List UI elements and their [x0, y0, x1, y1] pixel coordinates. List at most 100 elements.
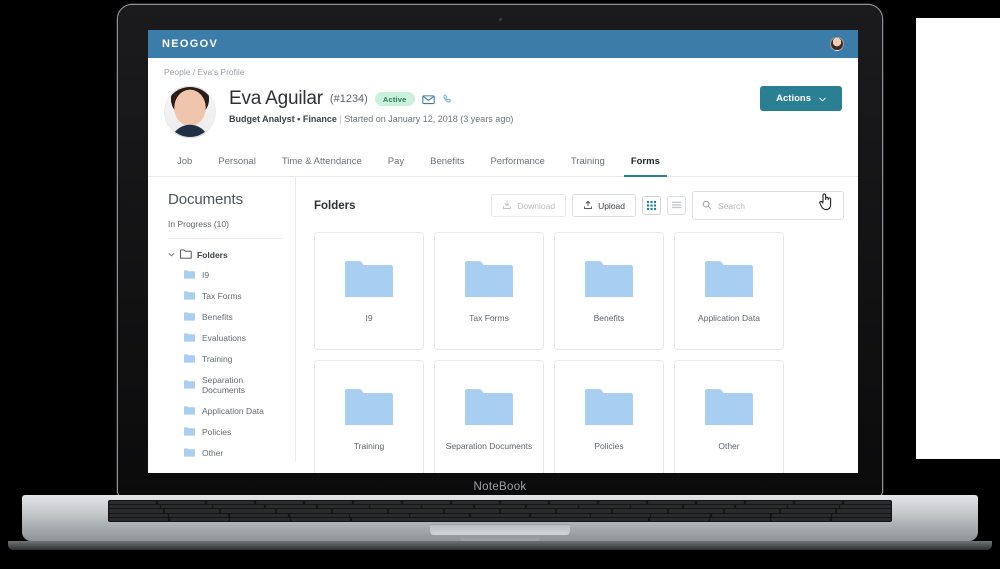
keyboard-key — [109, 517, 169, 521]
keyboard-key — [317, 505, 369, 509]
employee-id: (#1234) — [329, 93, 368, 105]
keyboard-key — [836, 509, 892, 513]
sidebar-folder-label: Policies — [202, 426, 232, 437]
folders-tree-root[interactable]: Folders — [168, 249, 283, 261]
keyboard-key — [265, 505, 317, 509]
in-progress-link[interactable]: In Progress (10) — [168, 219, 283, 239]
folder-card[interactable]: Benefits — [554, 232, 664, 350]
sidebar-folder-item[interactable]: Other — [168, 442, 283, 463]
folder-card[interactable]: Application Data — [674, 232, 784, 350]
folder-icon — [184, 291, 195, 300]
folder-card[interactable]: Policies — [554, 360, 664, 473]
breadcrumb[interactable]: People / Eva's Profile — [164, 67, 842, 77]
keyboard-key — [206, 501, 255, 505]
tab-time-attendance[interactable]: Time & Attendance — [269, 149, 375, 176]
folder-icon — [585, 260, 633, 298]
keyboard-key — [353, 501, 402, 505]
folders-toolbar: Download Upload — [491, 191, 844, 220]
folder-card-label: Separation Documents — [445, 440, 533, 451]
actions-button-label: Actions — [776, 93, 811, 104]
status-badge: Active — [374, 92, 415, 106]
actions-button[interactable]: Actions — [760, 86, 842, 111]
tab-job[interactable]: Job — [164, 149, 205, 176]
page-title: Eva Aguilar — [229, 88, 323, 109]
keyboard-key — [169, 517, 229, 521]
sidebar-folder-item[interactable]: Training — [168, 348, 283, 369]
folder-icon — [585, 388, 633, 426]
tab-benefits[interactable]: Benefits — [417, 149, 477, 176]
search-box[interactable] — [692, 191, 844, 220]
tab-performance[interactable]: Performance — [477, 149, 557, 176]
keyboard-key — [832, 513, 891, 517]
download-button[interactable]: Download — [491, 194, 567, 217]
sidebar-folder-item[interactable]: I9 — [168, 264, 283, 285]
keyboard-key — [470, 513, 530, 517]
folders-main-panel: Folders Download Upload Search I9 Tax Fo… — [296, 177, 858, 473]
folder-icon — [184, 427, 195, 436]
keyboard-key — [840, 505, 892, 509]
upload-button[interactable]: Upload — [572, 194, 636, 217]
folder-card-label: I9 — [365, 312, 373, 323]
folder-card[interactable]: Other — [674, 360, 784, 473]
folder-card[interactable]: Training — [314, 360, 424, 473]
tab-pay[interactable]: Pay — [375, 149, 417, 176]
profile-row: Eva Aguilar (#1234) Active Budget Analys… — [164, 86, 842, 138]
sidebar-folder-item[interactable]: Tax Forms — [168, 285, 283, 306]
chevron-down-icon — [168, 250, 175, 260]
keyboard-key — [771, 513, 831, 517]
tab-training[interactable]: Training — [558, 149, 618, 176]
keyboard-key — [831, 517, 892, 521]
folder-icon — [184, 270, 195, 279]
job-title: Budget Analyst • Finance — [229, 114, 337, 124]
envelope-icon[interactable] — [421, 93, 435, 106]
sidebar-folder-item[interactable]: Evaluations — [168, 327, 283, 348]
keyboard-key — [291, 517, 351, 521]
tab-forms[interactable]: Forms — [618, 149, 673, 177]
folder-card-label: Application Data — [698, 312, 760, 323]
keyboard-key — [109, 509, 164, 513]
keyboard-key — [612, 509, 668, 513]
keyboard-key — [276, 509, 332, 513]
sidebar-folder-item[interactable]: Application Data — [168, 400, 283, 421]
sidebar-folder-item[interactable]: Benefits — [168, 306, 283, 327]
keyboard-key — [710, 517, 770, 521]
keyboard-key — [530, 513, 590, 517]
folder-icon — [345, 388, 393, 426]
keyboard-key — [422, 505, 474, 509]
screen-content: NEOGOV People / Eva's Profile Eva Aguila… — [148, 30, 858, 473]
folders-tree-root-label: Folders — [197, 250, 228, 260]
download-icon — [502, 199, 512, 212]
grid-view-icon[interactable] — [642, 196, 661, 215]
keyboard-row — [109, 513, 891, 517]
tab-personal[interactable]: Personal — [205, 149, 269, 176]
sidebar-folder-item[interactable]: Policies — [168, 421, 283, 442]
folder-card[interactable]: Separation Documents — [434, 360, 544, 473]
keyboard-key — [402, 501, 451, 505]
sidebar-folder-item[interactable]: Separation Documents — [168, 369, 283, 400]
sidebar-folder-label: Training — [202, 353, 233, 364]
folder-icon — [465, 260, 513, 298]
folders-tree-list: I9 Tax Forms Benefits Evaluations Training Se… — [168, 264, 283, 463]
keyboard-key — [109, 501, 157, 505]
profile-header: People / Eva's Profile Eva Aguilar (#123… — [148, 58, 858, 138]
phone-icon[interactable] — [442, 93, 455, 106]
folder-card[interactable]: Tax Forms — [434, 232, 544, 350]
folder-icon — [184, 406, 195, 415]
folder-icon — [465, 388, 513, 426]
user-avatar-icon[interactable] — [830, 37, 844, 51]
sidebar-folder-label: Other — [202, 447, 224, 458]
sidebar-folder-label: Application Data — [202, 405, 264, 416]
keyboard-key — [696, 501, 745, 505]
keyboard-row — [109, 509, 892, 513]
list-view-icon[interactable] — [667, 196, 686, 215]
profile-subtitle: Budget Analyst • Finance | Started on Ja… — [229, 114, 513, 124]
folder-card[interactable]: I9 — [314, 232, 424, 350]
keyboard-key — [579, 505, 630, 509]
keyboard-key — [668, 509, 724, 513]
search-input[interactable] — [718, 200, 834, 211]
search-icon — [702, 197, 712, 215]
keyboard-key — [549, 501, 598, 505]
documents-sidebar: Documents In Progress (10) Folders I9 Tax… — [148, 177, 296, 462]
folder-card-label: Training — [353, 440, 385, 451]
keyboard-key — [631, 505, 683, 509]
